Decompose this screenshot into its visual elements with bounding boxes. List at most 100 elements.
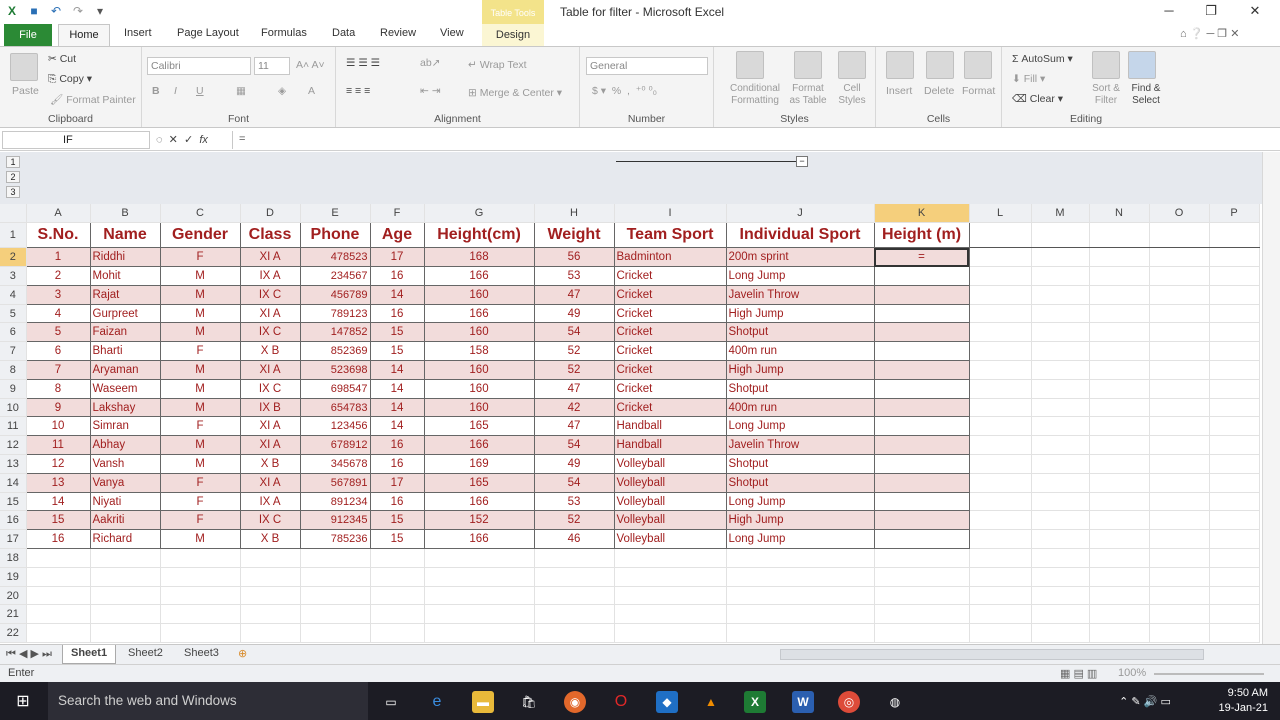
table-cell[interactable]: 53 (534, 266, 615, 286)
table-cell[interactable]: Javelin Throw (726, 285, 875, 305)
table-cell[interactable] (874, 510, 970, 531)
empty-cell[interactable] (874, 567, 970, 587)
empty-cell[interactable] (1089, 586, 1150, 606)
empty-cell[interactable] (614, 548, 727, 568)
insert-sheet-icon[interactable]: ⊕ (238, 647, 247, 660)
table-cell[interactable]: 14 (370, 416, 425, 437)
empty-cell[interactable] (726, 604, 875, 625)
align-top-icon[interactable]: ☰ ☰ ☰ (346, 57, 380, 69)
currency-icon[interactable]: $ ▾ % , ⁺⁰ ⁰₀ (592, 85, 657, 97)
table-cell[interactable]: 49 (534, 454, 615, 474)
table-header-cell[interactable]: Age (370, 222, 425, 249)
empty-cell[interactable] (1149, 623, 1210, 644)
tab-page-layout[interactable]: Page Layout (177, 27, 239, 39)
table-cell[interactable]: 698547 (300, 379, 371, 399)
table-cell[interactable]: 14 (370, 379, 425, 399)
minimize-icon[interactable]: ─ (1158, 3, 1180, 21)
table-cell[interactable]: Volleyball (614, 473, 727, 493)
view-buttons[interactable]: ▦ ▤ ▥ (1060, 667, 1097, 680)
table-cell[interactable]: 5 (25, 322, 91, 343)
word-taskbar-icon[interactable]: W (792, 691, 814, 713)
table-cell[interactable]: Riddhi (90, 247, 161, 268)
empty-cell[interactable] (240, 586, 301, 606)
empty-cell[interactable] (1089, 435, 1150, 456)
table-cell[interactable]: 478523 (300, 247, 371, 268)
empty-cell[interactable] (1149, 586, 1210, 606)
tab-design[interactable]: Design (482, 24, 544, 46)
column-header-j[interactable]: J (726, 204, 875, 224)
table-cell[interactable]: 1 (25, 247, 91, 268)
format-painter-button[interactable]: 🖌 Format Painter (50, 93, 136, 106)
table-cell[interactable]: Long Jump (726, 416, 875, 437)
empty-cell[interactable] (969, 623, 1032, 644)
empty-cell[interactable] (614, 604, 727, 625)
table-cell[interactable] (874, 529, 970, 550)
conditional-formatting-icon[interactable] (736, 51, 764, 79)
column-header-b[interactable]: B (90, 204, 161, 224)
table-cell[interactable]: Volleyball (614, 492, 727, 512)
empty-cell[interactable] (26, 623, 91, 644)
table-cell[interactable]: 46 (534, 529, 615, 550)
row-header[interactable]: 7 (0, 341, 27, 362)
table-cell[interactable]: 160 (424, 322, 535, 343)
column-header-p[interactable]: P (1209, 204, 1260, 224)
table-cell[interactable] (874, 473, 970, 493)
table-cell[interactable]: 47 (534, 379, 615, 399)
borders-icon[interactable]: ▦ (236, 85, 246, 97)
empty-cell[interactable] (534, 567, 615, 587)
format-as-table-button[interactable]: Format as Table (786, 83, 830, 107)
name-box[interactable]: IF (2, 131, 150, 149)
empty-cell[interactable] (1089, 222, 1150, 249)
redo-icon[interactable]: ↷ (70, 3, 86, 19)
empty-cell[interactable] (90, 604, 161, 625)
paste-button[interactable]: Paste (12, 85, 39, 97)
vscode-icon[interactable]: ◆ (656, 691, 678, 713)
table-cell[interactable]: 169 (424, 454, 535, 474)
table-cell[interactable]: 15 (370, 322, 425, 343)
empty-cell[interactable] (1149, 529, 1210, 550)
table-cell[interactable]: Handball (614, 435, 727, 456)
table-cell[interactable]: 42 (534, 398, 615, 418)
table-cell[interactable]: Javelin Throw (726, 435, 875, 456)
table-cell[interactable] (874, 398, 970, 418)
column-header-l[interactable]: L (969, 204, 1032, 224)
empty-cell[interactable] (1089, 604, 1150, 625)
table-cell[interactable]: M (160, 529, 241, 550)
zoom-slider[interactable] (1154, 673, 1264, 675)
empty-cell[interactable] (534, 586, 615, 606)
fill-button[interactable]: ⬇ Fill ▾ (1012, 73, 1045, 85)
table-cell[interactable]: F (160, 247, 241, 268)
table-cell[interactable]: 9 (25, 398, 91, 418)
table-cell[interactable]: 52 (534, 341, 615, 362)
table-cell[interactable]: 523698 (300, 360, 371, 380)
table-cell[interactable]: Cricket (614, 322, 727, 343)
empty-cell[interactable] (1031, 529, 1090, 550)
table-cell[interactable]: 123456 (300, 416, 371, 437)
table-cell[interactable]: M (160, 398, 241, 418)
empty-cell[interactable] (1031, 604, 1090, 625)
table-cell[interactable]: 6 (25, 341, 91, 362)
table-cell[interactable]: 234567 (300, 266, 371, 286)
row-header[interactable]: 3 (0, 266, 27, 286)
table-cell[interactable]: IX C (240, 379, 301, 399)
zoom-level[interactable]: 100% (1118, 667, 1146, 679)
table-cell[interactable]: IX C (240, 322, 301, 343)
table-header-cell[interactable]: Class (240, 222, 301, 249)
empty-cell[interactable] (969, 529, 1032, 550)
empty-cell[interactable] (1089, 416, 1150, 437)
row-header[interactable]: 20 (0, 586, 27, 606)
row-header[interactable]: 10 (0, 398, 27, 418)
empty-cell[interactable] (1089, 398, 1150, 418)
table-cell[interactable]: Cricket (614, 341, 727, 362)
empty-cell[interactable] (240, 548, 301, 568)
table-cell[interactable]: 165 (424, 473, 535, 493)
table-cell[interactable]: 166 (424, 529, 535, 550)
select-all-corner[interactable] (0, 204, 27, 224)
sort-filter-button[interactable]: Sort & Filter (1086, 83, 1126, 107)
empty-cell[interactable] (1031, 360, 1090, 380)
table-cell[interactable]: Long Jump (726, 492, 875, 512)
table-cell[interactable]: 400m run (726, 398, 875, 418)
table-cell[interactable]: Aakriti (90, 510, 161, 531)
row-header[interactable]: 14 (0, 473, 27, 493)
empty-cell[interactable] (424, 586, 535, 606)
